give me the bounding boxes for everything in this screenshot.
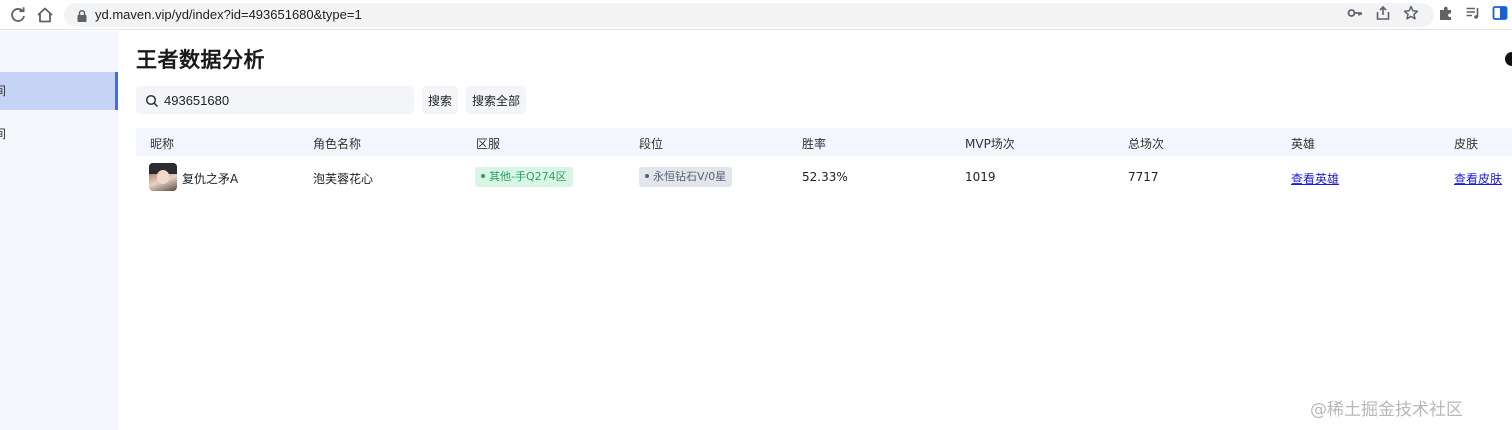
- user-avatar[interactable]: [1505, 52, 1512, 66]
- server-tag: 其他-手Q274区: [475, 167, 573, 187]
- view-skins-link[interactable]: 查看皮肤: [1454, 170, 1502, 187]
- column-header-rank: 段位: [639, 137, 664, 151]
- column-header-skin: 皮肤: [1454, 137, 1479, 151]
- key-icon[interactable]: [1346, 4, 1364, 22]
- search-input[interactable]: [164, 90, 404, 110]
- cell-total: 7717: [1128, 170, 1159, 184]
- column-header-server: 区服: [476, 137, 501, 151]
- server-tag-label: 其他-手Q274区: [489, 170, 567, 183]
- reload-icon[interactable]: [7, 4, 29, 26]
- column-header-win-rate: 胜率: [802, 137, 827, 151]
- rank-tag-label: 永恒钻石V/0星: [653, 170, 727, 183]
- column-header-role-name: 角色名称: [313, 137, 362, 151]
- url-text: yd.maven.vip/yd/index?id=493651680&type=…: [95, 7, 362, 22]
- column-header-total: 总场次: [1128, 137, 1165, 151]
- column-header-hero: 英雄: [1291, 137, 1316, 151]
- player-avatar: [149, 163, 177, 191]
- sidebar: 间 间: [0, 31, 118, 430]
- bookmark-star-icon[interactable]: [1402, 4, 1420, 22]
- extensions-icon[interactable]: [1437, 4, 1455, 22]
- sidebar-item-label: 间: [0, 84, 6, 98]
- share-icon[interactable]: [1374, 4, 1392, 22]
- cell-win-rate: 52.33%: [802, 170, 848, 184]
- column-header-nickname: 昵称: [150, 137, 175, 151]
- view-heroes-link[interactable]: 查看英雄: [1291, 170, 1339, 187]
- search-icon: [145, 93, 159, 112]
- cell-role-name: 泡芙蓉花心: [313, 172, 374, 186]
- rank-tag: 永恒钻石V/0星: [639, 167, 733, 187]
- home-icon[interactable]: [34, 4, 56, 26]
- cell-nickname: 复仇之矛A: [182, 172, 239, 186]
- cell-mvp: 1019: [965, 170, 996, 184]
- table-header: 昵称 角色名称 区服 段位 胜率 MVP场次 总场次 英雄 皮肤: [136, 128, 1512, 156]
- search-box[interactable]: [136, 86, 414, 114]
- column-header-mvp: MVP场次: [965, 137, 1015, 151]
- sidebar-item-2[interactable]: 间: [0, 115, 118, 153]
- side-panel-icon[interactable]: [1491, 4, 1509, 22]
- browser-toolbar: yd.maven.vip/yd/index?id=493651680&type=…: [0, 0, 1512, 30]
- sidebar-item-1[interactable]: 间: [0, 72, 118, 110]
- table-row: 复仇之矛A 泡芙蓉花心 其他-手Q274区 永恒钻石V/0星 52.33% 10…: [136, 158, 1512, 198]
- search-all-button[interactable]: 搜索全部: [466, 86, 527, 114]
- search-button[interactable]: 搜索: [422, 86, 459, 114]
- dot-icon: [481, 174, 485, 178]
- sidebar-item-label: 间: [0, 127, 7, 141]
- page-title: 王者数据分析: [136, 48, 265, 72]
- address-bar[interactable]: yd.maven.vip/yd/index?id=493651680&type=…: [64, 3, 1434, 27]
- lock-icon: [76, 8, 88, 27]
- watermark: @稀土掘金技术社区: [1310, 400, 1463, 420]
- media-queue-icon[interactable]: [1464, 4, 1482, 22]
- dot-icon: [645, 174, 649, 178]
